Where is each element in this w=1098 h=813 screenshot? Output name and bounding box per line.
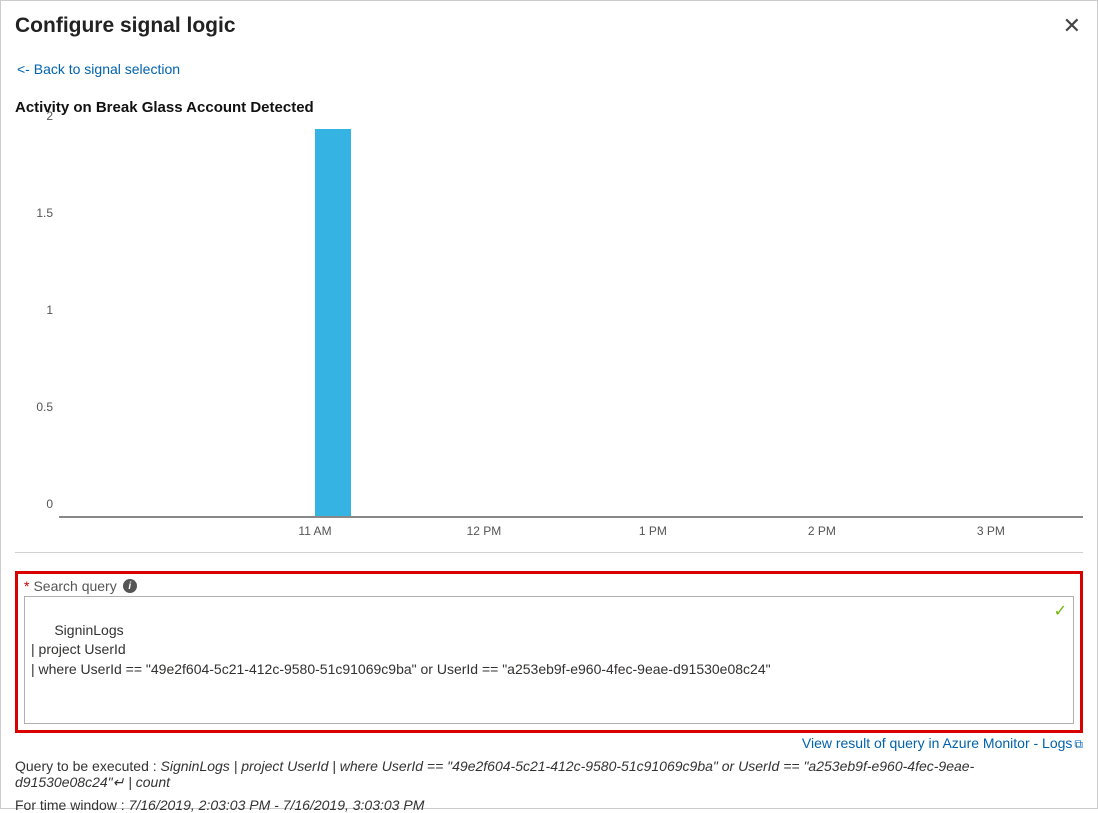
chart-y-tick: 0.5 (36, 400, 53, 414)
chart-x-tick: 3 PM (977, 524, 1005, 538)
chart-y-tick: 1.5 (36, 206, 53, 220)
search-query-label-row: * Search query i (24, 578, 1074, 594)
info-icon[interactable]: i (123, 579, 137, 593)
view-result-link[interactable]: View result of query in Azure Monitor - … (15, 735, 1083, 752)
chart-x-tick: 11 AM (298, 524, 331, 538)
chart-y-tick: 0 (46, 497, 53, 511)
chart-y-tick: 1 (46, 303, 53, 317)
chart-y-axis: 00.511.52 (15, 120, 59, 518)
valid-check-icon: ✓ (1054, 601, 1067, 623)
required-star: * (24, 578, 29, 594)
query-to-be-executed: Query to be executed : SigninLogs | proj… (15, 758, 1083, 791)
chart-y-tick: 2 (46, 109, 53, 123)
signal-logic-panel: Configure signal logic ✕ <- Back to sign… (0, 0, 1098, 809)
chart-area: 00.511.52 (15, 120, 1083, 518)
back-to-signal-selection-link[interactable]: <- Back to signal selection (17, 61, 180, 77)
chart-plot (59, 120, 1083, 518)
search-query-section: * Search query i SigninLogs | project Us… (15, 571, 1083, 733)
panel-header: Configure signal logic ✕ (15, 13, 1083, 39)
chart-x-tick: 12 PM (467, 524, 502, 538)
chart-container: 00.511.52 11 AM12 PM1 PM2 PM3 PM (15, 120, 1083, 553)
chart-x-tick: 1 PM (639, 524, 667, 538)
search-query-label: Search query (33, 578, 116, 594)
chart-x-tick: 2 PM (808, 524, 836, 538)
close-icon[interactable]: ✕ (1061, 13, 1083, 39)
panel-title: Configure signal logic (15, 14, 236, 38)
external-link-icon: ⧉ (1074, 737, 1083, 751)
view-result-link-text: View result of query in Azure Monitor - … (802, 735, 1073, 751)
time-window-prefix: For time window : (15, 797, 129, 813)
chart-x-axis: 11 AM 12 PM 1 PM 2 PM 3 PM (59, 518, 1083, 548)
search-query-input[interactable]: SigninLogs | project UserId | where User… (24, 596, 1074, 724)
alert-title: Activity on Break Glass Account Detected (15, 99, 1083, 116)
time-window: For time window : 7/16/2019, 2:03:03 PM … (15, 797, 1083, 813)
time-window-value: 7/16/2019, 2:03:03 PM - 7/16/2019, 3:03:… (129, 797, 425, 813)
search-query-text: SigninLogs | project UserId | where User… (31, 622, 771, 677)
executed-prefix: Query to be executed : (15, 758, 161, 774)
chart-bar (315, 129, 351, 517)
